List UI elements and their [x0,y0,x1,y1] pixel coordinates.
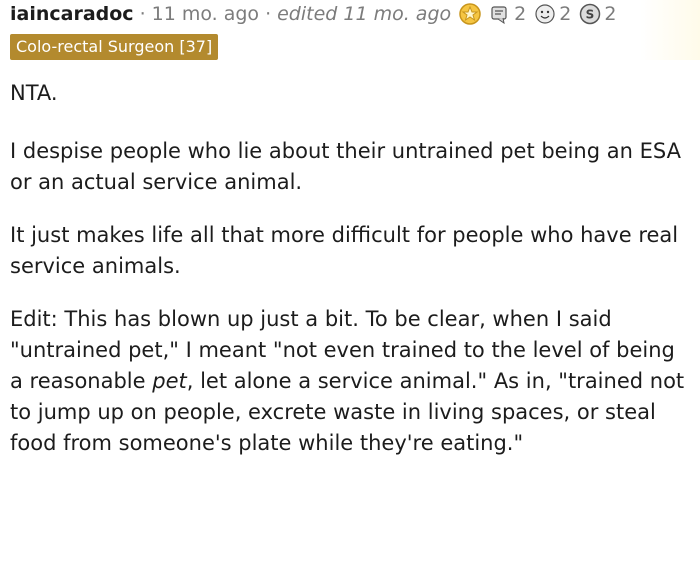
meta-separator: · [139,3,146,25]
comment-paragraph: It just makes life all that more difficu… [10,223,679,278]
wholesome-award-icon [534,3,556,25]
award-count: 2 [514,3,527,25]
username-link[interactable]: iaincaradoc [10,3,134,25]
comment-paragraph: I despise people who lie about their unt… [10,139,681,194]
gold-award-icon [459,3,481,25]
timestamp[interactable]: 11 mo. ago [152,3,259,25]
comment: iaincaradoc · 11 mo. ago · edited 11 mo.… [0,0,700,564]
award-gold[interactable] [459,3,481,25]
comment-body: NTA. I despise people who lie about thei… [10,78,690,459]
comment-paragraph: NTA. [10,81,58,105]
emphasis-pet: pet [152,369,187,393]
award-silver[interactable]: S 2 [579,3,616,25]
award-count: 2 [604,3,617,25]
user-flair: Colo-rectal Surgeon [37] [10,34,219,60]
meta-separator: · [265,3,272,25]
silver-award-icon: S [579,3,601,25]
helpful-award-icon [489,3,511,25]
award-count: 2 [559,3,572,25]
flair-row: Colo-rectal Surgeon [37] [10,34,700,60]
award-helpful[interactable]: 2 [489,3,526,25]
award-wholesome[interactable]: 2 [534,3,571,25]
comment-meta: iaincaradoc · 11 mo. ago · edited 11 mo.… [10,0,700,28]
svg-text:S: S [586,8,595,22]
comment-paragraph-edit: Edit: This has blown up just a bit. To b… [10,304,690,459]
edited-timestamp: edited 11 mo. ago [277,3,452,25]
